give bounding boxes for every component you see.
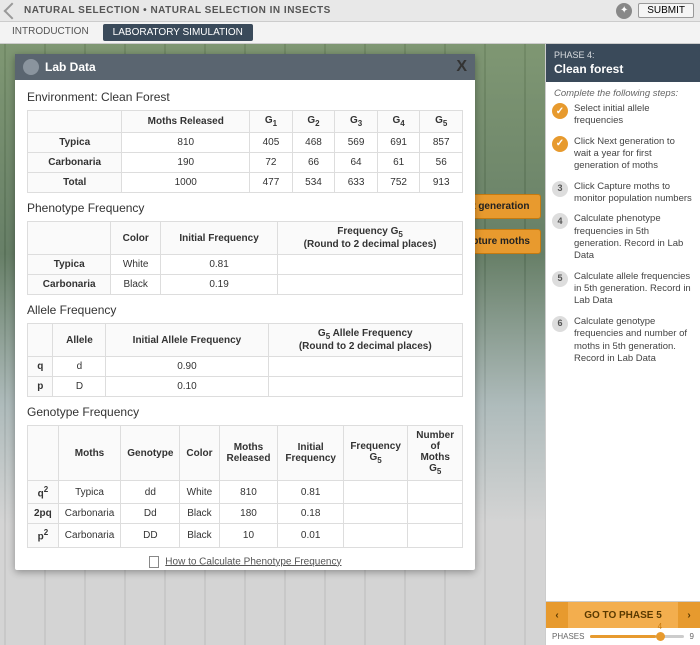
- phenotype-table: ColorInitial FrequencyFrequency G5(Round…: [27, 221, 463, 295]
- table-row: TypicaWhite0.81: [28, 255, 463, 275]
- pheno-carbonaria-g5-input[interactable]: [278, 275, 463, 295]
- check-icon: [552, 103, 568, 119]
- table-row: CarbonariaBlack0.19: [28, 275, 463, 295]
- geno-p2-freq-input[interactable]: [343, 524, 408, 547]
- step-text: Click Next generation to wait a year for…: [574, 136, 694, 173]
- step-number: 6: [552, 316, 568, 332]
- pheno-typica-g5-input[interactable]: [278, 255, 463, 275]
- submit-button[interactable]: SUBMIT: [638, 3, 694, 18]
- phase-slider[interactable]: 4: [590, 635, 683, 638]
- step-text: Calculate phenotype frequencies in 5th g…: [574, 213, 694, 262]
- step-number: 5: [552, 271, 568, 287]
- phase-name: Clean forest: [554, 62, 692, 76]
- go-to-phase-5-button[interactable]: ‹ GO TO PHASE 5 ›: [546, 602, 700, 628]
- panel-title: Lab Data: [45, 60, 96, 74]
- allele-q-g5-input[interactable]: [268, 357, 462, 377]
- accessibility-icon[interactable]: ✦: [616, 3, 632, 19]
- tab-laboratory-simulation[interactable]: LABORATORY SIMULATION: [103, 24, 253, 41]
- top-bar: NATURAL SELECTION • NATURAL SELECTION IN…: [0, 0, 700, 22]
- step-number: 3: [552, 181, 568, 197]
- allele-table: AlleleInitial Allele FrequencyG5 Allele …: [27, 323, 463, 397]
- phase-max: 9: [690, 632, 694, 641]
- step-number: 4: [552, 213, 568, 229]
- step-text: Click Capture moths to monitor populatio…: [574, 181, 694, 206]
- moth-icon: [23, 59, 39, 75]
- table-row: Carbonaria1907266646156: [28, 153, 463, 173]
- phase-number: PHASE 4:: [554, 50, 692, 60]
- note-icon: [149, 556, 159, 568]
- table-row: Typica810405468569691857: [28, 133, 463, 153]
- table-row: 2pqCarbonariaDdBlack1800.18: [28, 504, 463, 524]
- chevron-left-icon[interactable]: ‹: [546, 602, 568, 628]
- environment-title: Environment: Clean Forest: [27, 90, 463, 104]
- genotype-table: MothsGenotypeColorMoths ReleasedInitial …: [27, 425, 463, 548]
- allele-p-g5-input[interactable]: [268, 377, 462, 397]
- geno-p2-num-input[interactable]: [408, 524, 463, 547]
- geno-2pq-num-input[interactable]: [408, 504, 463, 524]
- chevron-right-icon[interactable]: ›: [678, 602, 700, 628]
- steps-title: Complete the following steps:: [546, 82, 700, 103]
- lab-data-panel: Lab Data X Environment: Clean Forest Mot…: [15, 54, 475, 570]
- simulation-area: t generation pture moths Lab Data X Envi…: [0, 44, 545, 645]
- phenotype-title: Phenotype Frequency: [27, 201, 463, 215]
- genotype-title: Genotype Frequency: [27, 405, 463, 419]
- tab-introduction[interactable]: INTRODUCTION: [0, 22, 101, 43]
- step-text: Select initial allele frequencies: [574, 103, 694, 128]
- close-icon[interactable]: X: [456, 58, 467, 76]
- table-row: pD0.10: [28, 377, 463, 397]
- howto-link[interactable]: How to Calculate Phenotype Frequency: [165, 556, 341, 567]
- check-icon: [552, 136, 568, 152]
- tab-bar: INTRODUCTION LABORATORY SIMULATION: [0, 22, 700, 44]
- step-text: Calculate allele frequencies in 5th gene…: [574, 271, 694, 308]
- geno-2pq-freq-input[interactable]: [343, 504, 408, 524]
- table-row: p2CarbonariaDDBlack100.01: [28, 524, 463, 547]
- allele-title: Allele Frequency: [27, 303, 463, 317]
- generations-table: Moths Released G1 G2 G3 G4 G5 Typica8104…: [27, 110, 463, 193]
- geno-q2-num-input[interactable]: [408, 481, 463, 504]
- step-text: Calculate genotype frequencies and numbe…: [574, 316, 694, 365]
- geno-q2-freq-input[interactable]: [343, 481, 408, 504]
- col-moths-released: Moths Released: [122, 111, 250, 133]
- table-row: q2TypicaddWhite8100.81: [28, 481, 463, 504]
- breadcrumb: NATURAL SELECTION • NATURAL SELECTION IN…: [24, 5, 616, 16]
- side-panel: PHASE 4: Clean forest Complete the follo…: [545, 44, 700, 645]
- back-icon[interactable]: [4, 2, 21, 19]
- phases-label: PHASES: [552, 632, 584, 641]
- table-row: Total1000477534633752913: [28, 173, 463, 193]
- table-row: qd0.90: [28, 357, 463, 377]
